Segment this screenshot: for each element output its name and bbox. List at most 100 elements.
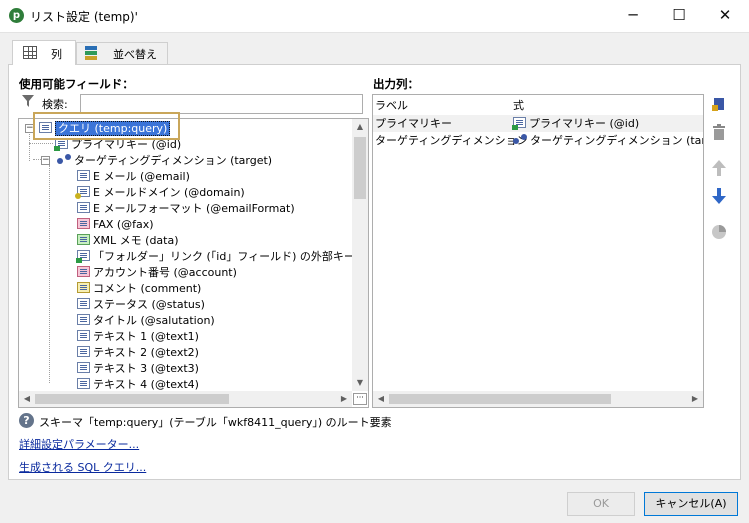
close-button[interactable]: ✕ bbox=[702, 0, 748, 32]
output-columns-list[interactable]: ラベル 式 プライマリキー プライマリキー (@id) ターゲティングディメンシ… bbox=[372, 94, 704, 408]
link-icon bbox=[513, 134, 528, 144]
tree-item-label: タイトル (@salutation) bbox=[93, 314, 215, 327]
output-row-expression-cell: プライマリキー (@id) bbox=[512, 115, 640, 132]
field-icon bbox=[77, 170, 90, 181]
tree-horizontal-scrollbar[interactable]: ◀ ▶ bbox=[19, 391, 352, 407]
green-field-icon bbox=[77, 234, 90, 245]
tree-vertical-scrollbar[interactable]: ▲ ▼ bbox=[352, 119, 368, 391]
output-row[interactable]: ターゲティングディメンション ターゲティングディメンション (target) bbox=[373, 132, 703, 149]
tree-item[interactable]: FAX (@fax) bbox=[77, 217, 154, 233]
foreign-key-icon bbox=[76, 250, 90, 263]
tree-item[interactable]: アカウント番号 (@account) bbox=[77, 265, 237, 281]
output-row-expression: ターゲティングディメンション (target) bbox=[530, 134, 704, 147]
schema-info-text: スキーマ「temp:query」(テーブル「wkf8411_query」) のル… bbox=[39, 416, 392, 429]
minimize-button[interactable]: ─ bbox=[610, 0, 656, 32]
field-icon bbox=[77, 298, 90, 309]
app-icon: p bbox=[9, 8, 24, 23]
tab-sort-label: 並べ替え bbox=[113, 48, 157, 61]
tree-item-label: E メールドメイン (@domain) bbox=[93, 186, 245, 199]
tab-columns[interactable]: 列 bbox=[12, 40, 76, 65]
scroll-thumb[interactable] bbox=[35, 394, 229, 404]
tree-item-label: テキスト 2 (@text2) bbox=[93, 346, 199, 359]
output-row-expression-cell: ターゲティングディメンション (target) bbox=[513, 132, 704, 149]
tree-item[interactable]: テキスト 3 (@text3) bbox=[77, 361, 199, 377]
tab-sort[interactable]: 並べ替え bbox=[76, 42, 168, 64]
output-horizontal-scrollbar[interactable]: ◀ ▶ bbox=[373, 391, 703, 407]
tree-item[interactable]: E メールフォーマット (@emailFormat) bbox=[77, 201, 295, 217]
tree-item[interactable]: XML メモ (data) bbox=[77, 233, 179, 249]
column-header-label[interactable]: ラベル bbox=[375, 97, 408, 115]
tree-item-label: コメント (comment) bbox=[93, 282, 202, 295]
tree-item-label: テキスト 1 (@text1) bbox=[93, 330, 199, 343]
scroll-right-icon[interactable]: ▶ bbox=[690, 394, 700, 404]
primary-key-icon bbox=[512, 117, 526, 130]
scroll-thumb[interactable] bbox=[354, 137, 366, 199]
pink-field-icon bbox=[77, 266, 90, 277]
tree-item[interactable]: テキスト 2 (@text2) bbox=[77, 345, 199, 361]
output-row-expression: プライマリキー (@id) bbox=[529, 117, 640, 130]
tree-item-label: E メール (@email) bbox=[93, 170, 190, 183]
output-columns-title: 出力列： bbox=[373, 77, 419, 91]
field-tree[interactable]: クエリ (temp:query) − プライマリキー (@id) − ターゲティ… bbox=[18, 118, 369, 408]
field-icon bbox=[77, 202, 90, 213]
field-icon bbox=[77, 378, 90, 389]
field-icon bbox=[77, 362, 90, 373]
tree-item-label: テキスト 3 (@text3) bbox=[93, 362, 199, 375]
info-icon: ? bbox=[19, 413, 34, 428]
advanced-parameters-link[interactable]: 詳細設定パラメーター... bbox=[19, 436, 139, 452]
tree-item-label: テキスト 4 (@text4) bbox=[93, 378, 199, 391]
search-label: 検索: bbox=[42, 98, 68, 111]
trash-icon[interactable] bbox=[709, 124, 729, 144]
move-down-icon[interactable] bbox=[709, 188, 729, 208]
tree-guide bbox=[29, 143, 53, 144]
computed-field-icon bbox=[75, 186, 90, 199]
search-input[interactable] bbox=[80, 94, 363, 114]
title-bar: p リスト設定 (temp)' ─ ☐ ✕ bbox=[0, 0, 749, 32]
distribution-icon[interactable] bbox=[709, 224, 729, 244]
scroll-thumb[interactable] bbox=[389, 394, 611, 404]
window-title: リスト設定 (temp)' bbox=[30, 10, 138, 24]
field-icon bbox=[77, 346, 90, 357]
tree-item[interactable]: 「フォルダー」リンク (「id」フィールド) の外部キー (@folde bbox=[76, 249, 368, 265]
generated-sql-link[interactable]: 生成される SQL クエリ... bbox=[19, 459, 146, 475]
tree-item[interactable]: E メールドメイン (@domain) bbox=[75, 185, 245, 201]
tree-item[interactable]: タイトル (@salutation) bbox=[77, 313, 215, 329]
output-row[interactable]: プライマリキー プライマリキー (@id) bbox=[373, 115, 703, 132]
link-icon bbox=[57, 154, 72, 164]
output-row-label: ターゲティングディメンション bbox=[375, 134, 528, 147]
scroll-down-icon[interactable]: ▼ bbox=[355, 378, 365, 388]
cancel-button[interactable]: キャンセル(A) bbox=[644, 492, 738, 516]
tree-item-label: 「フォルダー」リンク (「id」フィールド) の外部キー (@folde bbox=[93, 250, 368, 263]
tree-item[interactable]: テキスト 1 (@text1) bbox=[77, 329, 199, 345]
field-icon bbox=[77, 314, 90, 325]
yellow-field-icon bbox=[77, 282, 90, 293]
tree-item[interactable]: コメント (comment) bbox=[77, 281, 201, 297]
collapse-toggle-target[interactable]: − bbox=[41, 156, 50, 165]
field-icon bbox=[77, 330, 90, 341]
tree-item-label: ターゲティングディメンション (target) bbox=[74, 154, 273, 167]
tree-item[interactable]: ターゲティングディメンション (target) bbox=[57, 153, 272, 169]
grid-icon bbox=[23, 46, 37, 59]
root-highlight-frame bbox=[33, 112, 180, 140]
tab-columns-label: 列 bbox=[51, 48, 62, 61]
scroll-up-icon[interactable]: ▲ bbox=[355, 122, 365, 132]
more-icon[interactable]: ··· bbox=[353, 393, 367, 405]
ok-button[interactable]: OK bbox=[567, 492, 635, 516]
available-fields-title: 使用可能フィールド： bbox=[19, 77, 134, 91]
tree-item[interactable]: ステータス (@status) bbox=[77, 297, 205, 313]
stack-sort-icon bbox=[85, 46, 101, 60]
maximize-button[interactable]: ☐ bbox=[656, 0, 702, 32]
output-row-label: プライマリキー bbox=[375, 117, 452, 130]
scroll-right-icon[interactable]: ▶ bbox=[339, 394, 349, 404]
scroll-left-icon[interactable]: ◀ bbox=[376, 394, 386, 404]
pink-field-icon bbox=[77, 218, 90, 229]
column-header-expression[interactable]: 式 bbox=[513, 97, 524, 115]
scroll-left-icon[interactable]: ◀ bbox=[22, 394, 32, 404]
tree-item[interactable]: E メール (@email) bbox=[77, 169, 190, 185]
move-up-icon[interactable] bbox=[709, 160, 729, 180]
tree-guide bbox=[49, 165, 50, 383]
add-column-icon[interactable] bbox=[709, 96, 729, 116]
filter-icon bbox=[22, 95, 34, 107]
tree-item-label: FAX (@fax) bbox=[93, 218, 154, 231]
tree-item-label: XML メモ (data) bbox=[93, 234, 179, 247]
